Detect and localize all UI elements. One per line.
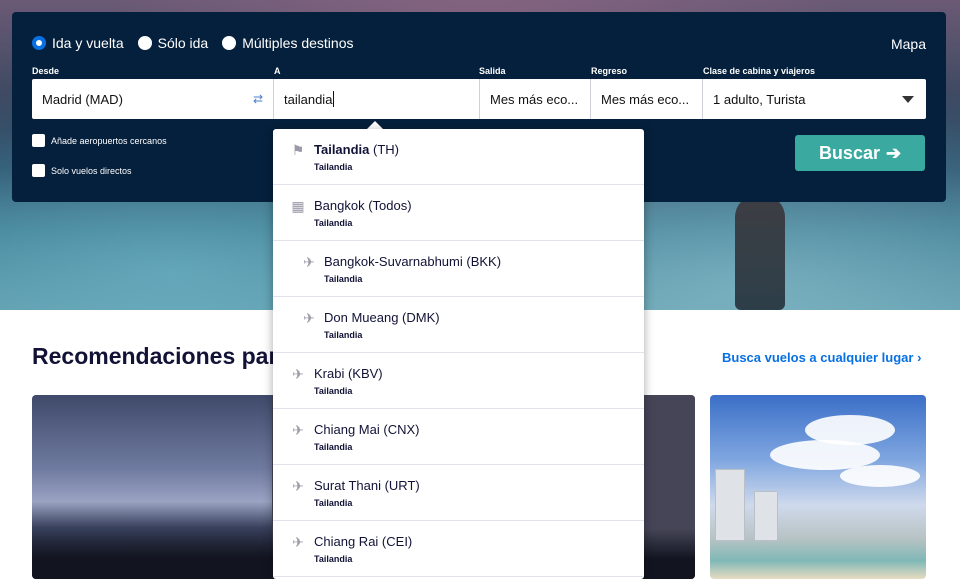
suggestion-country: Tailandia	[314, 162, 353, 172]
hero-person-silhouette	[735, 195, 785, 310]
search-button[interactable]: Buscar ➔	[795, 135, 925, 171]
suggestion-item[interactable]: ✈ Chiang Rai (CEI) Tailandia	[273, 521, 644, 577]
return-field[interactable]: Mes más eco...	[591, 79, 703, 119]
checkbox[interactable]	[32, 164, 45, 177]
suggestion-name: Tailandia (TH)	[314, 142, 399, 157]
suggestion-name: Bangkok (Todos)	[314, 198, 412, 213]
trip-type-multi[interactable]: Múltiples destinos	[222, 35, 353, 51]
trip-type-one-way[interactable]: Sólo ida	[137, 35, 209, 51]
nearby-airports-option[interactable]: Añade aeropuertos cercanos	[32, 134, 167, 147]
suggestion-country: Tailandia	[314, 386, 353, 396]
plane-icon: ✈	[292, 478, 304, 494]
suggestion-item[interactable]: ✈ Bangkok-Suvarnabhumi (BKK) Tailandia	[273, 241, 644, 297]
cloud	[840, 465, 920, 487]
radio-button[interactable]	[222, 36, 237, 50]
arrow-right-icon: ➔	[885, 142, 902, 163]
from-value: Madrid (MAD)	[42, 91, 123, 107]
suggestion-item[interactable]: ▦ Bangkok (Todos) Tailandia	[273, 185, 644, 241]
destination-suggestions: ⚑ Tailandia (TH) Tailandia ▦ Bangkok (To…	[273, 129, 644, 579]
cabin-label: Clase de cabina y viajeros	[703, 66, 816, 76]
chevron-down-icon[interactable]	[902, 96, 914, 103]
return-value: Mes más eco...	[601, 91, 690, 107]
nearby-airports-label: Añade aeropuertos cercanos	[51, 135, 167, 146]
city-icon: ▦	[291, 198, 305, 214]
swap-icon[interactable]: ⇄	[253, 92, 263, 106]
suggestion-name: Chiang Mai (CNX)	[314, 422, 420, 437]
suggestion-name: Surat Thani (URT)	[314, 478, 420, 493]
suggestion-item[interactable]: ✈ Surat Thani (URT) Tailandia	[273, 465, 644, 521]
suggestion-country: Tailandia	[314, 218, 353, 228]
to-value: tailandia	[284, 91, 333, 107]
direct-only-label: Solo vuelos directos	[51, 165, 132, 176]
return-label: Regreso	[591, 66, 628, 76]
trip-type-label: Ida y vuelta	[52, 35, 124, 51]
depart-field[interactable]: Mes más eco...	[480, 79, 591, 119]
direct-only-option[interactable]: Solo vuelos directos	[32, 164, 132, 177]
plane-icon: ✈	[292, 422, 304, 438]
trip-type-round[interactable]: Ida y vuelta	[32, 35, 124, 51]
cabin-value: 1 adulto, Turista	[713, 91, 806, 107]
suggestion-item[interactable]: ✈ Don Mueang (DMK) Tailandia	[273, 297, 644, 353]
plane-icon: ✈	[303, 310, 315, 326]
suggestion-country: Tailandia	[314, 554, 353, 564]
plane-icon: ✈	[303, 254, 315, 270]
trip-type-selector: Ida y vuelta Sólo ida Múltiples destinos	[32, 35, 353, 51]
suggestion-item[interactable]: ⚑ Tailandia (TH) Tailandia	[273, 129, 644, 185]
plane-icon: ✈	[292, 366, 304, 382]
search-anywhere-link[interactable]: Busca vuelos a cualquier lugar ›	[722, 350, 921, 365]
checkbox[interactable]	[32, 134, 45, 147]
recommendation-card-beach[interactable]	[710, 395, 926, 579]
suggestion-country: Tailandia	[324, 274, 363, 284]
suggestion-item[interactable]: ✈ Chiang Mai (CNX) Tailandia	[273, 409, 644, 465]
depart-label: Salida	[479, 66, 506, 76]
radio-button[interactable]	[137, 36, 152, 50]
suggestion-name: Krabi (KBV)	[314, 366, 383, 381]
suggestion-name: Bangkok-Suvarnabhumi (BKK)	[324, 254, 502, 269]
suggestion-country: Tailandia	[314, 498, 353, 508]
depart-value: Mes más eco...	[490, 91, 579, 107]
building	[715, 469, 745, 541]
suggestion-country: Tailandia	[314, 442, 353, 452]
trip-type-label: Múltiples destinos	[242, 35, 354, 51]
suggestion-item[interactable]: ✈ Krabi (KBV) Tailandia	[273, 353, 644, 409]
plane-icon: ✈	[292, 534, 304, 550]
text-cursor	[333, 91, 335, 107]
map-link[interactable]: Mapa	[891, 36, 926, 52]
trip-type-label: Sólo ida	[157, 35, 209, 51]
search-button-label: Buscar	[818, 142, 880, 163]
recommendations-title: Recomendaciones par	[32, 343, 278, 369]
cabin-field[interactable]: 1 adulto, Turista	[703, 79, 926, 119]
building	[754, 491, 778, 541]
suggestion-country: Tailandia	[324, 330, 363, 340]
radio-button[interactable]	[32, 36, 46, 50]
flag-icon: ⚑	[291, 142, 305, 158]
to-field[interactable]: tailandia	[274, 79, 480, 119]
suggestion-name: Don Mueang (DMK)	[324, 310, 440, 325]
to-label: A	[274, 66, 281, 76]
suggestion-name: Chiang Rai (CEI)	[314, 534, 413, 549]
from-label: Desde	[32, 66, 60, 76]
from-field[interactable]: Madrid (MAD) ⇄	[32, 79, 274, 119]
